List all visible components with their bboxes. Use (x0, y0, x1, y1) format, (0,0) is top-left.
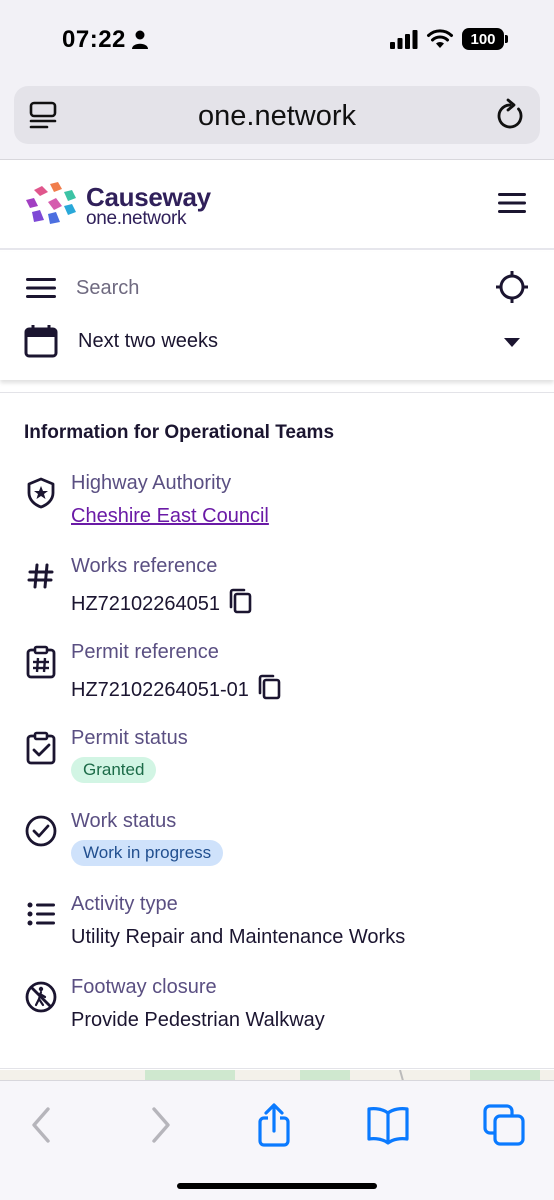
back-chevron-icon[interactable] (20, 1103, 64, 1147)
divider (0, 1068, 554, 1069)
status-time: 07:22 (62, 26, 126, 53)
address-bar[interactable]: one.network (14, 86, 540, 144)
cellular-signal-icon (390, 30, 418, 49)
activity-type-label: Activity type (71, 893, 178, 915)
permit-status-label: Permit status (71, 727, 188, 749)
reload-icon[interactable] (494, 98, 526, 132)
copy-icon[interactable] (228, 588, 252, 614)
battery-icon: 100 (462, 28, 508, 50)
battery-level: 100 (470, 30, 496, 48)
work-status-label: Work status (71, 810, 177, 832)
brand-subtitle: one.network (86, 208, 187, 229)
causeway-logo-icon[interactable] (24, 180, 78, 230)
browser-bottom-toolbar (0, 1080, 554, 1200)
search-menu-icon[interactable] (26, 277, 56, 299)
copy-icon[interactable] (257, 674, 281, 700)
status-indicators: 100 (390, 28, 508, 50)
url-text: one.network (198, 100, 356, 132)
clipboard-hash-icon (26, 645, 56, 679)
permit-reference-label: Permit reference (71, 641, 219, 663)
works-reference-value: HZ72102264051 (71, 593, 221, 615)
permit-reference-value: HZ72102264051-01 (71, 679, 249, 701)
browser-toolbar: one.network (0, 80, 554, 160)
list-icon (27, 902, 55, 926)
home-indicator (177, 1183, 377, 1189)
locate-crosshair-icon[interactable] (496, 271, 528, 303)
highway-authority-link[interactable]: Cheshire East Council (71, 505, 269, 528)
divider (0, 392, 554, 393)
date-range-select[interactable]: Next two weeks (78, 330, 218, 353)
works-reference-value-wrap: HZ72102264051 (71, 588, 252, 616)
permit-reference-value-wrap: HZ72102264051-01 (71, 674, 281, 702)
clipboard-check-icon (26, 731, 56, 765)
permit-status-badge: Granted (71, 757, 157, 783)
no-pedestrian-icon (25, 981, 57, 1013)
highway-authority-label: Highway Authority (71, 472, 232, 494)
footway-closure-label: Footway closure (71, 976, 217, 998)
search-panel: Next two weeks (0, 252, 554, 380)
hash-icon (27, 563, 54, 589)
calendar-icon (24, 325, 58, 358)
share-icon[interactable] (252, 1103, 296, 1147)
forward-chevron-icon[interactable] (138, 1103, 182, 1147)
person-icon (132, 30, 148, 49)
wifi-icon (427, 29, 453, 48)
shield-star-icon (27, 477, 55, 509)
info-panel-title: Information for Operational Teams (24, 422, 335, 443)
search-input[interactable] (76, 272, 456, 304)
activity-type-value: Utility Repair and Maintenance Works (71, 926, 406, 948)
works-reference-label: Works reference (71, 555, 218, 577)
footway-closure-value: Provide Pedestrian Walkway (71, 1009, 325, 1031)
site-header: Causeway one.network (0, 160, 554, 250)
bookmarks-book-icon[interactable] (366, 1103, 410, 1147)
status-bar: 07:22 100 (0, 0, 554, 80)
hamburger-menu-icon[interactable] (498, 192, 526, 214)
tabs-icon[interactable] (482, 1103, 526, 1147)
chevron-down-icon[interactable] (504, 338, 520, 347)
work-status-badge: Work in progress (71, 840, 224, 866)
circle-check-icon (25, 815, 57, 847)
